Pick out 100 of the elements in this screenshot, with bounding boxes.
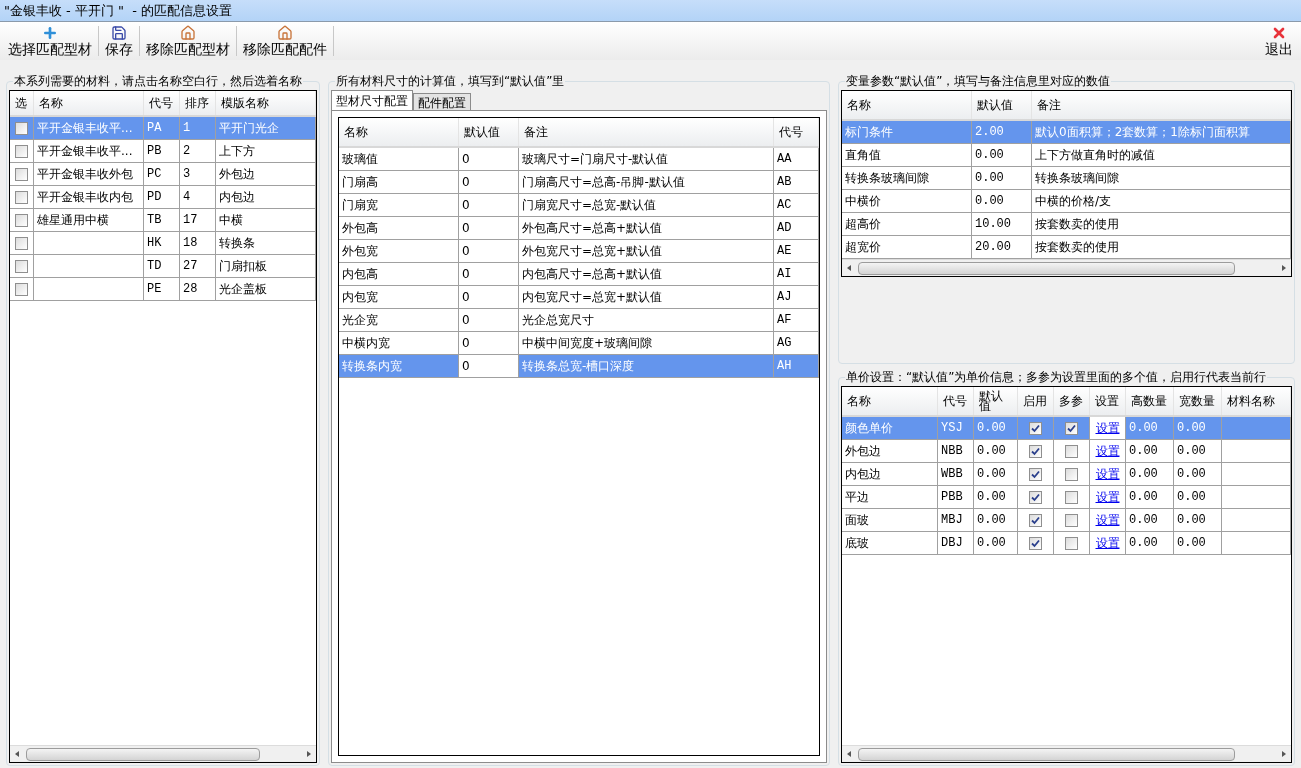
group-title: 本系列需要的材料，请点击名称空白行，然后选着名称 [13,73,303,90]
toolbar-button[interactable]: 移除匹配配件 [239,22,331,60]
table-row[interactable]: 转换条内宽 0 转换条总宽-槽口深度 AH [339,355,819,378]
exit-button[interactable]: 退出 [1261,22,1297,60]
column-header[interactable]: 名称 [34,91,144,115]
table-row[interactable]: 平开金银丰收外包 PC 3 外包边 [10,163,316,186]
column-header[interactable]: 模版名称 [216,91,316,115]
settings-link[interactable]: 设置 [1095,465,1120,483]
table-row[interactable]: 雄星通用中横 TB 17 中横 [10,209,316,232]
column-header[interactable]: 高数量 [1126,387,1174,415]
column-header[interactable]: 默认值 [459,118,519,146]
column-header[interactable]: 代号 [144,91,180,115]
column-header[interactable]: 选 [10,91,34,115]
checkbox[interactable] [15,190,28,204]
toolbar-button[interactable]: 移除匹配型材 [142,22,234,60]
table-cell: 直角值 [842,144,972,166]
scroll-thumb[interactable] [26,747,260,761]
column-header[interactable]: 备注 [1032,91,1291,119]
horizontal-scrollbar[interactable] [10,745,316,762]
table-row[interactable]: 外包边 NBB 0.00 设置 0.00 0.00 [842,440,1291,463]
scroll-thumb[interactable] [858,261,1235,275]
column-header[interactable]: 排序 [180,91,216,115]
checkbox[interactable] [1029,513,1042,527]
table-cell: 内包边 [216,186,316,208]
checkbox[interactable] [1029,467,1042,481]
column-header[interactable]: 名称 [339,118,459,146]
column-header[interactable]: 宽数量 [1174,387,1222,415]
table-row[interactable]: 外包高 0 外包高尺寸=总高+默认值 AD [339,217,819,240]
table-row[interactable]: 超高价 10.00 按套数卖的使用 [842,213,1291,236]
column-header[interactable]: 名称 [842,387,938,415]
column-header[interactable]: 启用 [1018,387,1054,415]
table-row[interactable]: 直角值 0.00 上下方做直角时的减值 [842,144,1291,167]
checkbox[interactable] [15,213,28,227]
table-cell: 0 [459,148,519,170]
table-row[interactable]: 底玻 DBJ 0.00 设置 0.00 0.00 [842,532,1291,555]
table-cell: 0 [459,263,519,285]
checkbox[interactable] [1065,444,1078,458]
scroll-thumb[interactable] [858,747,1235,761]
settings-link[interactable]: 设置 [1095,442,1120,460]
tab[interactable]: 型材尺寸配置 [331,90,413,110]
table-row[interactable]: 玻璃值 0 玻璃尺寸=门扇尺寸-默认值 AA [339,148,819,171]
table-cell: 内包高尺寸=总高+默认值 [519,263,774,285]
checkbox[interactable] [15,236,28,250]
settings-link[interactable]: 设置 [1095,511,1120,529]
column-header[interactable]: 代号 [938,387,974,415]
checkbox[interactable] [1065,536,1078,550]
table-cell: 外包宽 [339,240,459,262]
checkbox[interactable] [1065,490,1078,504]
settings-link[interactable]: 设置 [1095,534,1120,552]
column-header[interactable]: 名称 [842,91,972,119]
table-row[interactable]: 颜色单价 YSJ 0.00 设置 0.00 0.00 [842,417,1291,440]
column-header[interactable]: 多参 [1054,387,1090,415]
table-row[interactable]: 光企宽 0 光企总宽尺寸 AF [339,309,819,332]
checkbox[interactable] [1029,421,1042,435]
table-row[interactable]: 中横价 0.00 中横的价格/支 [842,190,1291,213]
toolbar-button[interactable]: 保存 [101,22,137,60]
checkbox[interactable] [15,121,28,135]
tab[interactable]: 配件配置 [413,93,471,110]
table-cell: AH [774,355,819,377]
horizontal-scrollbar[interactable] [842,745,1291,762]
settings-link[interactable]: 设置 [1095,419,1120,437]
table-cell: 转换条 [216,232,316,254]
table-row[interactable]: 平开金银丰收平... PB 2 上下方 [10,140,316,163]
checkbox[interactable] [15,259,28,273]
table-cell: AC [774,194,819,216]
table-row[interactable]: 面玻 MBJ 0.00 设置 0.00 0.00 [842,509,1291,532]
checkbox[interactable] [1065,513,1078,527]
checkbox[interactable] [15,167,28,181]
column-header[interactable]: 材料名称 [1222,387,1291,415]
checkbox[interactable] [1065,421,1078,435]
checkbox[interactable] [15,282,28,296]
table-cell: YSJ [938,417,974,439]
table-cell: 转换条玻璃间隙 [1032,167,1291,189]
table-row[interactable]: 外包宽 0 外包宽尺寸=总宽+默认值 AE [339,240,819,263]
table-row[interactable]: TD 27 门扇扣板 [10,255,316,278]
column-header[interactable]: 代号 [774,118,819,146]
settings-link[interactable]: 设置 [1095,488,1120,506]
table-row[interactable]: 平开金银丰收内包 PD 4 内包边 [10,186,316,209]
table-row[interactable]: 内包高 0 内包高尺寸=总高+默认值 AI [339,263,819,286]
column-header[interactable]: 设置 [1090,387,1126,415]
checkbox[interactable] [1029,536,1042,550]
table-row[interactable]: HK 18 转换条 [10,232,316,255]
horizontal-scrollbar[interactable] [842,259,1291,276]
table-cell: 平开金银丰收平... [34,117,144,139]
checkbox[interactable] [1065,467,1078,481]
column-header[interactable]: 备注 [519,118,774,146]
toolbar-button[interactable]: 选择匹配型材 [4,22,96,60]
house-icon [180,25,196,41]
table-row[interactable]: 门扇宽 0 门扇宽尺寸=总宽-默认值 AC [339,194,819,217]
checkbox[interactable] [1029,444,1042,458]
table-row[interactable]: 平边 PBB 0.00 设置 0.00 0.00 [842,486,1291,509]
column-header[interactable]: 默认值 [972,91,1032,119]
checkbox[interactable] [15,144,28,158]
table-row[interactable]: 门扇高 0 门扇高尺寸=总高-吊脚-默认值 AB [339,171,819,194]
table-row[interactable]: 转换条玻璃间隙 0.00 转换条玻璃间隙 [842,167,1291,190]
column-header[interactable]: 默认值 [974,387,1018,415]
checkbox[interactable] [1029,490,1042,504]
table-row[interactable]: PE 28 光企盖板 [10,278,316,301]
table-row[interactable]: 内包边 WBB 0.00 设置 0.00 0.00 [842,463,1291,486]
table-row[interactable]: 内包宽 0 内包宽尺寸=总宽+默认值 AJ [339,286,819,309]
